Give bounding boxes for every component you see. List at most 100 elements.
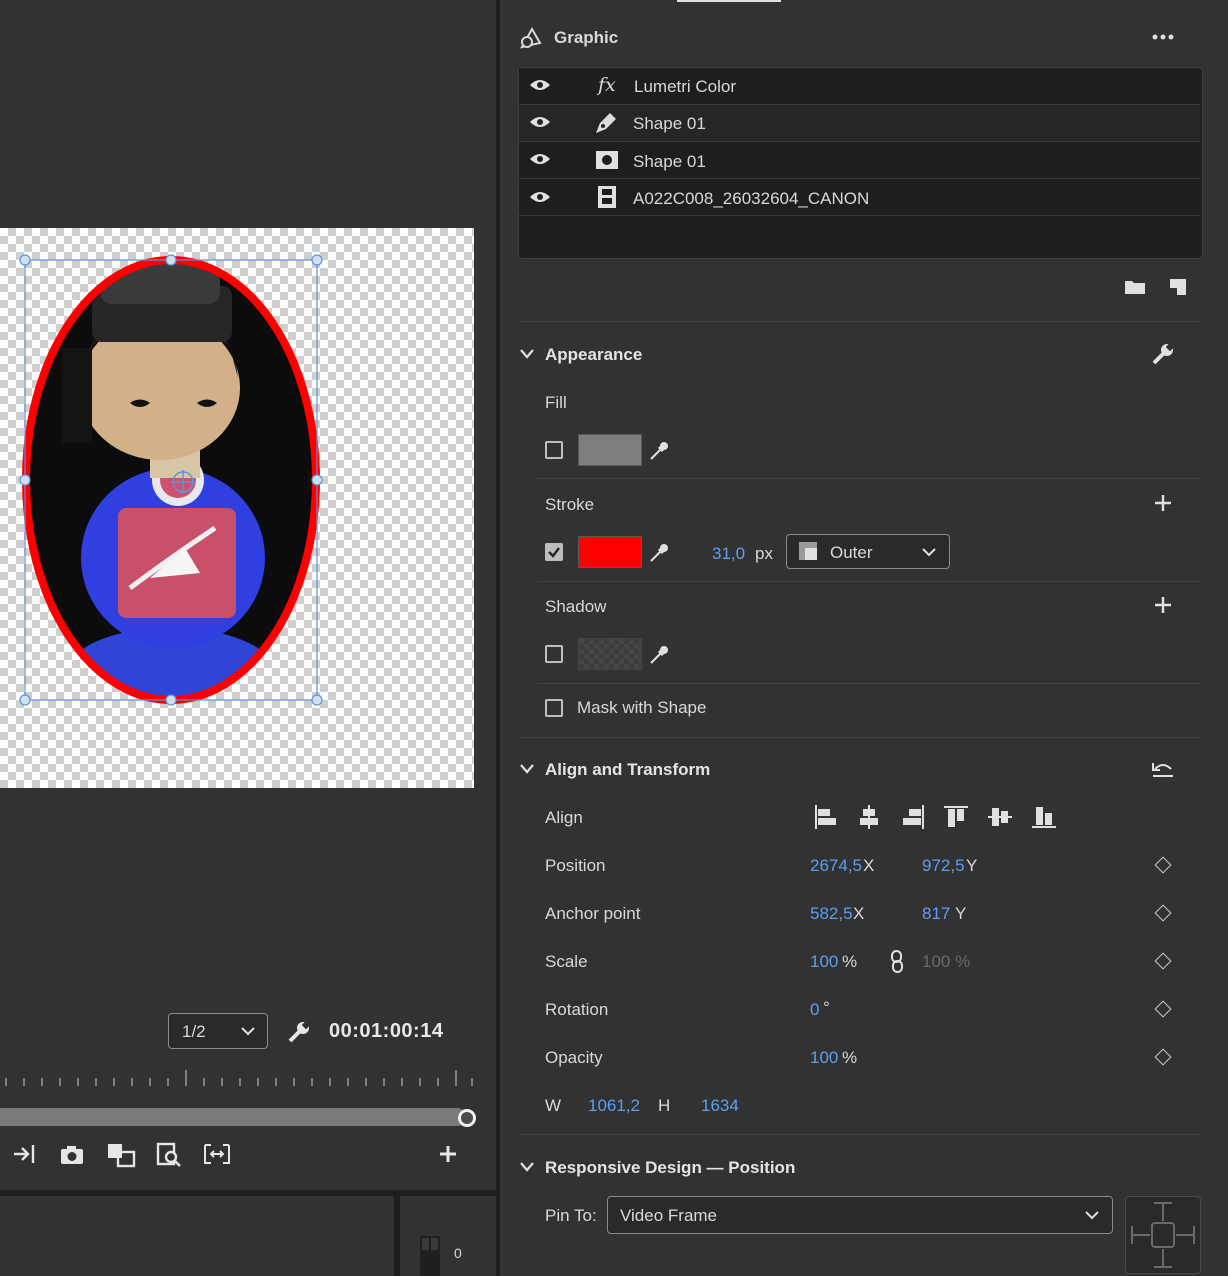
camera-icon[interactable] (60, 1145, 84, 1165)
align-center-horizontal-icon[interactable] (857, 804, 881, 830)
add-shadow-icon[interactable] (1154, 596, 1172, 614)
eyedropper-icon[interactable] (648, 440, 670, 462)
height-value[interactable]: 1634 (701, 1096, 739, 1116)
graphic-icon (520, 26, 542, 49)
fill-checkbox[interactable] (545, 441, 563, 459)
pin-edges-icon (1131, 1202, 1195, 1268)
shadow-checkbox[interactable] (545, 645, 563, 663)
layer-row[interactable]: A022C008_26032604_CANON (519, 179, 1200, 216)
stroke-width-unit: px (755, 544, 773, 563)
search-frame-icon[interactable] (156, 1142, 182, 1168)
scale-label: Scale (545, 952, 588, 971)
scale-unit: % (842, 952, 858, 971)
wrench-icon[interactable] (1151, 342, 1175, 366)
layer-row[interactable]: fx Lumetri Color (519, 68, 1200, 105)
section-title-responsive[interactable]: Responsive Design — Position (545, 1158, 795, 1178)
height-label: H (658, 1096, 671, 1115)
insert-icon[interactable] (12, 1142, 38, 1166)
stroke-checkbox[interactable] (545, 543, 563, 561)
compare-view-icon[interactable] (106, 1142, 136, 1168)
chevron-down-icon (1085, 1211, 1099, 1220)
stroke-label: Stroke (545, 495, 595, 514)
reset-icon[interactable] (1151, 760, 1175, 778)
stroke-width-value[interactable]: 31,0 (712, 544, 745, 564)
width-label: W (545, 1096, 562, 1115)
resolution-dropdown[interactable]: 1/2 (168, 1013, 268, 1049)
section-title-transform[interactable]: Align and Transform (545, 760, 710, 780)
mask-with-shape-label[interactable]: Mask with Shape (577, 698, 706, 718)
program-monitor: 1/2 00:01:00:14 0 (0, 0, 496, 1276)
stroke-color-swatch[interactable] (578, 536, 642, 568)
more-options-icon[interactable] (1151, 33, 1175, 41)
pin-edges-widget[interactable] (1125, 1196, 1201, 1274)
position-label: Position (545, 856, 606, 875)
divider (537, 581, 1201, 582)
eye-icon[interactable] (529, 152, 551, 166)
chevron-down-icon[interactable] (519, 763, 535, 775)
anchor-point-label: Anchor point (545, 904, 641, 923)
pin-to-dropdown[interactable]: Video Frame (607, 1196, 1113, 1234)
align-left-icon[interactable] (814, 804, 838, 830)
time-ruler[interactable] (0, 1070, 474, 1086)
scale-value[interactable]: 100 (810, 952, 838, 972)
anchor-x-value[interactable]: 582,5 (810, 904, 853, 924)
new-layer-icon[interactable] (1169, 278, 1187, 296)
video-canvas[interactable] (0, 228, 474, 788)
rotation-label: Rotation (545, 1000, 609, 1019)
scale-linked-value: 100 % (922, 952, 971, 971)
pin-to-value: Video Frame (620, 1206, 718, 1225)
link-icon[interactable] (890, 950, 904, 974)
meter-scale-label: 0 (454, 1245, 462, 1261)
chevron-down-icon (241, 1027, 255, 1036)
bottom-divider (0, 1190, 496, 1196)
eye-icon[interactable] (529, 78, 551, 92)
divider (537, 478, 1201, 479)
add-stroke-icon[interactable] (1154, 494, 1172, 512)
position-y-value[interactable]: 972,5 (922, 856, 965, 876)
divider (537, 683, 1201, 684)
eye-icon[interactable] (529, 190, 551, 204)
fill-color-swatch[interactable] (578, 434, 642, 466)
eyedropper-icon[interactable] (648, 644, 670, 666)
layer-row[interactable]: Shape 01 (519, 105, 1200, 142)
anchor-y-value[interactable]: 817 (922, 904, 950, 924)
mask-with-shape-checkbox[interactable] (545, 699, 563, 717)
eye-icon[interactable] (529, 115, 551, 129)
wrench-icon[interactable] (287, 1020, 311, 1044)
stroke-type-value: Outer (830, 543, 873, 562)
align-bottom-icon[interactable] (1031, 805, 1057, 829)
align-right-icon[interactable] (901, 804, 925, 830)
audio-meter-level (422, 1238, 429, 1250)
eyedropper-icon[interactable] (648, 542, 670, 564)
pen-icon (596, 113, 616, 133)
position-x-value[interactable]: 2674,5 (810, 856, 862, 876)
align-center-vertical-icon[interactable] (987, 805, 1013, 829)
shadow-label: Shadow (545, 597, 607, 616)
folder-icon[interactable] (1124, 279, 1146, 295)
align-label: Align (545, 808, 583, 827)
divider (519, 1134, 1201, 1135)
layer-row[interactable]: Shape 01 (519, 142, 1200, 179)
fit-frame-icon[interactable] (203, 1143, 231, 1165)
align-top-icon[interactable] (943, 805, 969, 829)
audio-meter-level-right (431, 1238, 438, 1250)
layer-name: Shape 01 (633, 114, 706, 133)
timecode[interactable]: 00:01:00:14 (329, 1020, 443, 1043)
zoom-scroll-bar[interactable] (0, 1108, 466, 1126)
layer-name: Lumetri Color (634, 77, 737, 96)
section-title-appearance[interactable]: Appearance (545, 345, 642, 365)
rotation-value[interactable]: 0 (810, 1000, 819, 1020)
chevron-down-icon[interactable] (519, 1161, 535, 1173)
anchor-x-label: X (853, 904, 865, 923)
scroll-handle[interactable] (458, 1109, 476, 1127)
width-value[interactable]: 1061,2 (588, 1096, 640, 1116)
stroke-type-dropdown[interactable]: Outer (786, 534, 950, 569)
resolution-value: 1/2 (182, 1022, 206, 1041)
layer-name: A022C008_26032604_CANON (633, 189, 870, 208)
shadow-color-swatch[interactable] (578, 638, 642, 670)
opacity-value[interactable]: 100 (810, 1048, 838, 1068)
add-button-icon[interactable] (438, 1144, 458, 1164)
chevron-down-icon[interactable] (519, 348, 535, 360)
panel-tab-indicator (677, 0, 781, 2)
layer-name: Shape 01 (633, 152, 706, 171)
